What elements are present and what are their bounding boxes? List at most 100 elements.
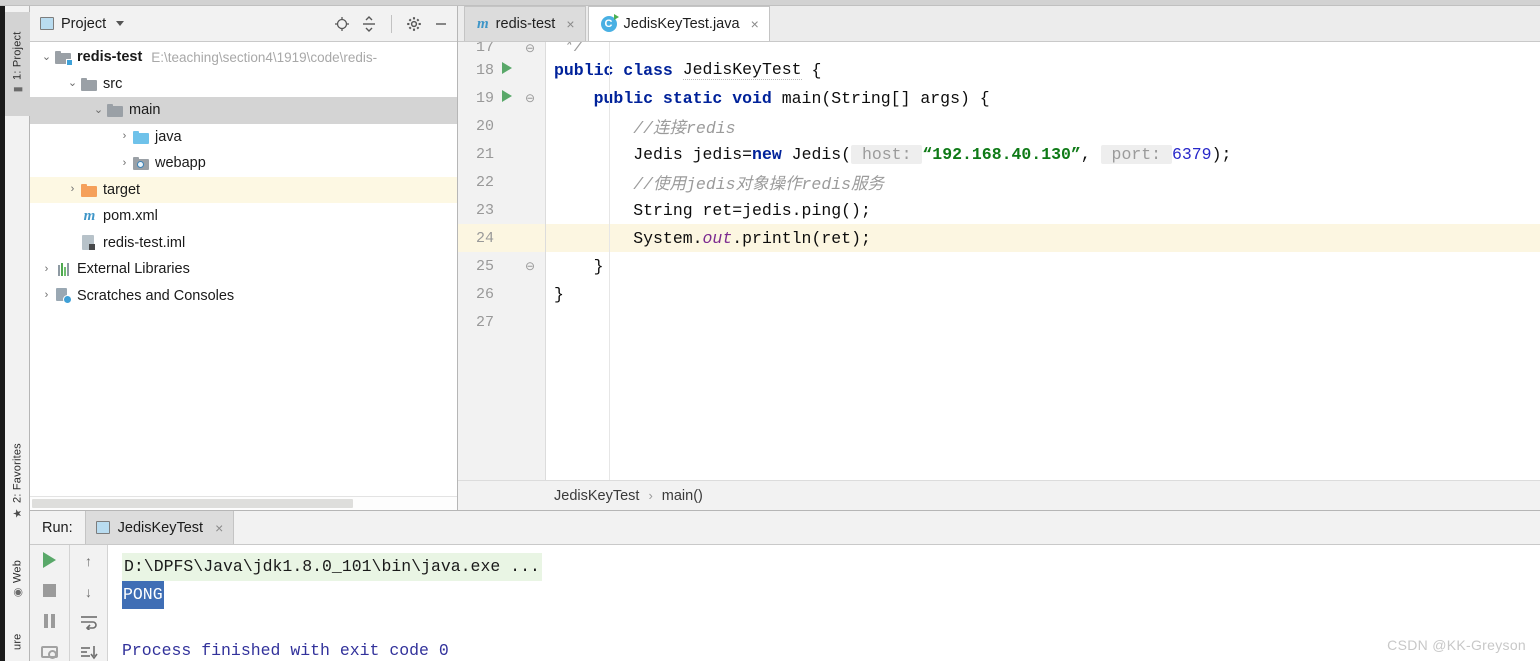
code-viewport[interactable]: 17 ⊖ 18 19 ⊖ 20 21 22 23 24 25 ⊖ 26 27 */public class… (458, 42, 1540, 480)
breadcrumb-item-class[interactable]: JedisKeyTest (554, 488, 639, 504)
code-line[interactable]: */ (546, 42, 1540, 56)
fold-marker-icon[interactable]: ⊖ (518, 259, 542, 274)
tree-row-main[interactable]: ⌄ main (30, 97, 457, 124)
gutter-line[interactable]: 22 (458, 168, 545, 196)
chevron-right-icon[interactable]: › (116, 131, 133, 142)
breadcrumb[interactable]: JedisKeyTest › main() (458, 480, 1540, 510)
gutter-line[interactable]: 20 (458, 112, 545, 140)
line-number: 27 (475, 313, 494, 331)
console-output[interactable]: D:\DPFS\Java\jdk1.8.0_101\bin\java.exe .… (108, 545, 1540, 661)
tree-row-label: webapp (155, 155, 206, 172)
code-line[interactable]: //使用jedis对象操作redis服务 (546, 168, 1540, 196)
pause-icon[interactable] (39, 612, 61, 631)
arrow-up-icon[interactable]: ↑ (78, 553, 100, 570)
run-tab-jediskeytest[interactable]: JedisKeyTest × (84, 511, 235, 544)
code-token: } (554, 284, 564, 304)
code-line[interactable]: public static void main(String[] args) { (546, 84, 1540, 112)
run-gutter-icon[interactable] (496, 62, 518, 78)
code-line[interactable]: String ret=jedis.ping(); (546, 196, 1540, 224)
close-icon[interactable]: × (751, 16, 759, 32)
close-icon[interactable]: × (566, 16, 574, 32)
watermark: CSDN @KK-Greyson (1387, 637, 1526, 653)
fold-marker-icon[interactable]: ⊖ (518, 42, 542, 56)
gutter-line[interactable]: 26 (458, 280, 545, 308)
line-number: 17 (475, 42, 494, 56)
code-line[interactable] (546, 308, 1540, 336)
chevron-down-icon[interactable]: ⌄ (38, 51, 55, 63)
code-line[interactable]: } (546, 252, 1540, 280)
java-class-icon: C (600, 14, 619, 32)
code-text[interactable]: */public class JedisKeyTest { public sta… (546, 42, 1540, 480)
gutter-line[interactable]: 23 (458, 196, 545, 224)
project-panel: Project ⌄ redis-test E:\teaching\section… (30, 6, 458, 510)
run-panel-tabbar: Run: JedisKeyTest × (30, 511, 1540, 545)
chevron-right-icon[interactable]: › (64, 184, 81, 195)
code-line[interactable]: } (546, 280, 1540, 308)
stop-icon[interactable] (39, 582, 61, 601)
upper-region: Project ⌄ redis-test E:\teaching\section… (30, 6, 1540, 510)
minimize-icon[interactable] (431, 14, 451, 34)
rail-button-favorites[interactable]: ★ 2: Favorites (5, 423, 30, 541)
gear-icon[interactable] (404, 14, 424, 34)
editor-tab-redis-test[interactable]: m redis-test × (464, 6, 586, 41)
tree-row-java[interactable]: › java (30, 124, 457, 151)
chevron-down-icon[interactable] (116, 21, 125, 26)
fold-marker-icon[interactable]: ⊖ (518, 91, 542, 106)
gutter-line[interactable]: 17 ⊖ (458, 42, 545, 56)
line-number: 21 (475, 145, 494, 163)
chevron-down-icon[interactable]: ⌄ (64, 78, 81, 89)
gutter-line[interactable]: 24 (458, 224, 545, 252)
gutter-line[interactable]: 18 (458, 56, 545, 84)
run-toolbar-right: ↑ ↓ (70, 545, 108, 661)
run-gutter-icon[interactable] (496, 90, 518, 106)
rail-button-structure[interactable]: ure (5, 617, 30, 661)
tree-row-pom-xml[interactable]: m pom.xml (30, 203, 457, 230)
tree-row-scratches-and-consoles[interactable]: › Scratches and Consoles (30, 283, 457, 310)
gutter-line[interactable]: 21 (458, 140, 545, 168)
folder-icon: ▮ (10, 83, 25, 96)
code-line[interactable]: //连接redis (546, 112, 1540, 140)
locate-target-icon[interactable] (332, 14, 352, 34)
project-tree-hscrollbar[interactable] (30, 496, 457, 510)
code-line[interactable]: System. out .println(ret); (546, 224, 1540, 252)
arrow-down-icon[interactable]: ↓ (78, 584, 100, 601)
camera-icon[interactable] (39, 643, 61, 661)
gutter-line[interactable]: 25 ⊖ (458, 252, 545, 280)
scrollbar-thumb[interactable] (32, 499, 354, 508)
close-icon[interactable]: × (215, 520, 223, 536)
editor-tab-jediskeytest-java[interactable]: C JedisKeyTest.java × (587, 6, 770, 41)
gutter-line[interactable]: 19 ⊖ (458, 84, 545, 112)
run-play-icon[interactable] (39, 551, 61, 570)
code-token: */ (554, 42, 584, 56)
tree-row-external-libraries[interactable]: › External Libraries (30, 256, 457, 283)
line-number: 22 (475, 173, 494, 191)
chevron-down-icon[interactable]: ⌄ (90, 104, 107, 116)
editor-gutter[interactable]: 17 ⊖ 18 19 ⊖ 20 21 22 23 24 25 ⊖ 26 27 (458, 42, 546, 480)
scroll-to-end-icon[interactable] (78, 645, 100, 661)
tree-row-src[interactable]: ⌄ src (30, 71, 457, 98)
gutter-line[interactable]: 27 (458, 308, 545, 336)
chevron-right-icon[interactable]: › (38, 263, 55, 275)
code-token: public class (554, 60, 683, 80)
maven-icon: m (477, 15, 489, 32)
tree-row-target[interactable]: › target (30, 176, 457, 203)
tree-row-webapp[interactable]: › webapp (30, 150, 457, 177)
project-tree[interactable]: ⌄ redis-test E:\teaching\section4\1919\cod… (30, 42, 457, 496)
tree-row-redis-test[interactable]: ⌄ redis-test E:\teaching\section4\1919\cod… (30, 44, 457, 71)
code-token: out (702, 228, 733, 248)
breadcrumb-item-method[interactable]: main() (662, 488, 703, 504)
web-icon: ◉ (10, 587, 25, 600)
chevron-right-icon[interactable]: › (38, 290, 55, 301)
chevron-right-icon[interactable]: › (116, 157, 133, 169)
code-line[interactable]: Jedis jedis= new Jedis( host: “192.168.40… (546, 140, 1540, 168)
soft-wrap-icon[interactable] (78, 614, 100, 631)
rail-button-project[interactable]: ▮ 1: Project (5, 12, 30, 116)
code-line[interactable]: public class JedisKeyTest { (546, 56, 1540, 84)
idea-window: ▮ 1: Project ★ 2: Favorites ◉ Web ure Pr… (0, 0, 1540, 661)
tree-row-redis-test-iml[interactable]: redis-test.iml (30, 230, 457, 257)
project-panel-header: Project (30, 6, 457, 42)
tree-row-label: pom.xml (103, 208, 158, 225)
console-command-text: D:\DPFS\Java\jdk1.8.0_101\bin\java.exe .… (122, 553, 542, 581)
rail-button-web[interactable]: ◉ Web (5, 547, 30, 613)
collapse-all-icon[interactable] (359, 14, 379, 34)
